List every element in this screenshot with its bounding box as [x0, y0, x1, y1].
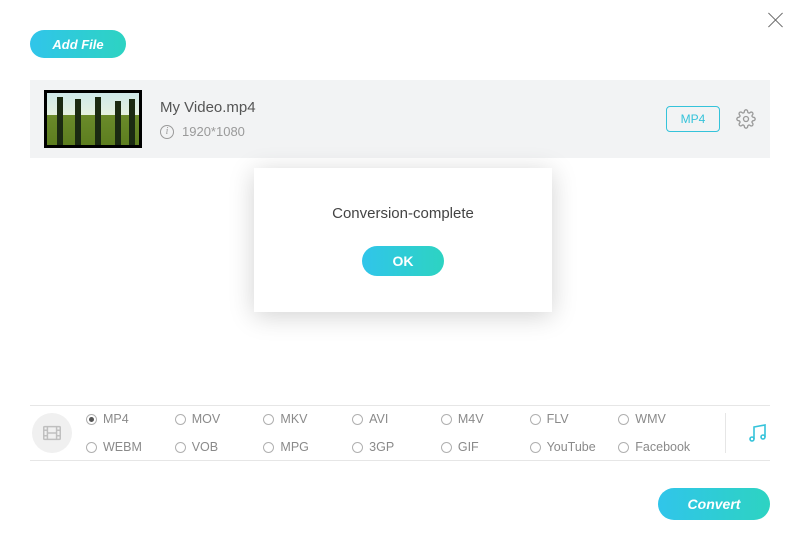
video-category-icon[interactable] — [32, 413, 72, 453]
format-option-facebook[interactable]: Facebook — [618, 440, 707, 454]
format-option-mkv[interactable]: MKV — [263, 412, 352, 426]
format-label: 3GP — [369, 440, 394, 454]
panel-divider — [725, 413, 726, 453]
file-resolution: 1920*1080 — [182, 124, 245, 139]
format-grid: MP4 MOV MKV AVI M4V FLV WMV WEBM VOB MPG 3GP GIF You… — [86, 409, 707, 457]
file-meta: My Video.mp4 i 1920*1080 — [160, 99, 666, 139]
format-option-m4v[interactable]: M4V — [441, 412, 530, 426]
gear-icon[interactable] — [736, 109, 756, 129]
dialog-message: Conversion-complete — [332, 205, 474, 222]
file-name: My Video.mp4 — [160, 99, 666, 116]
convert-button[interactable]: Convert — [658, 488, 770, 520]
format-label: MPG — [280, 440, 308, 454]
file-row: My Video.mp4 i 1920*1080 MP4 — [30, 80, 770, 158]
format-option-youtube[interactable]: YouTube — [530, 440, 619, 454]
format-option-wmv[interactable]: WMV — [618, 412, 707, 426]
format-option-mp4[interactable]: MP4 — [86, 412, 175, 426]
format-label: MOV — [192, 412, 220, 426]
radio-icon — [86, 414, 97, 425]
format-panel: MP4 MOV MKV AVI M4V FLV WMV WEBM VOB MPG 3GP GIF You… — [30, 405, 770, 461]
format-label: VOB — [192, 440, 218, 454]
format-label: Facebook — [635, 440, 690, 454]
format-option-mov[interactable]: MOV — [175, 412, 264, 426]
format-option-mpg[interactable]: MPG — [263, 440, 352, 454]
format-label: FLV — [547, 412, 569, 426]
radio-icon — [441, 414, 452, 425]
conversion-complete-dialog: Conversion-complete OK — [254, 168, 552, 312]
radio-icon — [175, 414, 186, 425]
format-option-webm[interactable]: WEBM — [86, 440, 175, 454]
format-label: MP4 — [103, 412, 129, 426]
radio-icon — [618, 414, 629, 425]
radio-icon — [86, 442, 97, 453]
close-icon[interactable] — [766, 10, 786, 30]
format-label: GIF — [458, 440, 479, 454]
format-option-avi[interactable]: AVI — [352, 412, 441, 426]
info-icon[interactable]: i — [160, 125, 174, 139]
add-file-button[interactable]: Add File — [30, 30, 126, 58]
radio-icon — [441, 442, 452, 453]
audio-category-icon[interactable] — [744, 421, 770, 445]
radio-icon — [352, 414, 363, 425]
format-label: M4V — [458, 412, 484, 426]
radio-icon — [263, 442, 274, 453]
format-label: MKV — [280, 412, 307, 426]
radio-icon — [530, 442, 541, 453]
radio-icon — [530, 414, 541, 425]
radio-icon — [263, 414, 274, 425]
format-label: AVI — [369, 412, 388, 426]
ok-button[interactable]: OK — [362, 246, 444, 276]
radio-icon — [175, 442, 186, 453]
format-label: WMV — [635, 412, 666, 426]
radio-icon — [352, 442, 363, 453]
format-option-3gp[interactable]: 3GP — [352, 440, 441, 454]
format-option-flv[interactable]: FLV — [530, 412, 619, 426]
output-format-badge[interactable]: MP4 — [666, 106, 720, 132]
format-label: YouTube — [547, 440, 596, 454]
format-label: WEBM — [103, 440, 142, 454]
video-thumbnail[interactable] — [44, 90, 142, 148]
radio-icon — [618, 442, 629, 453]
format-option-vob[interactable]: VOB — [175, 440, 264, 454]
format-option-gif[interactable]: GIF — [441, 440, 530, 454]
